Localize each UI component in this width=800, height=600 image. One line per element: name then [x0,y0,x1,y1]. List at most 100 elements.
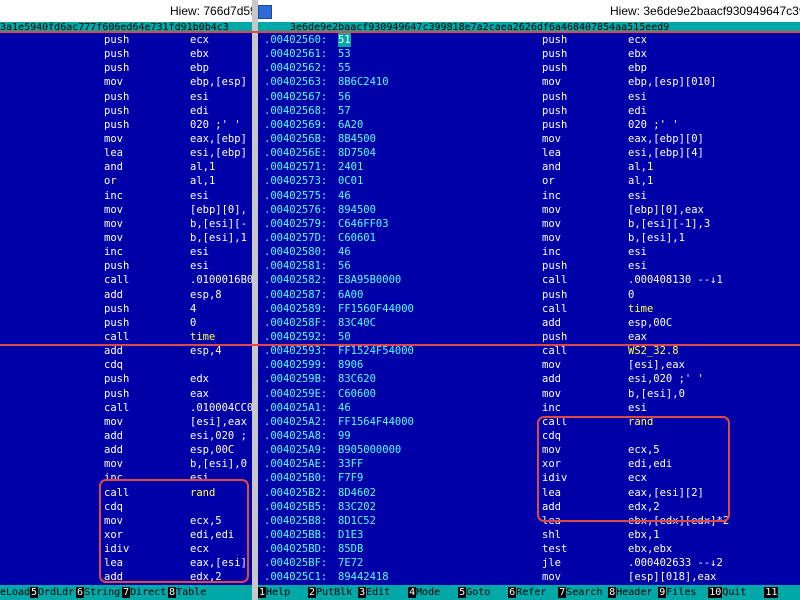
left-disasm-row[interactable]: mov b,[esi][- [0,217,252,231]
right-disasm-row[interactable]: .00402589: FF1560F44000 call time [258,302,800,316]
left-operand: time [190,330,216,343]
left-disasm-row[interactable]: inc esi [0,245,252,259]
right-disasm-row[interactable]: .00402599: 8906 mov [esi],eax [258,358,800,372]
left-disasm-row[interactable]: push ecx [0,33,252,47]
right-disasm-row[interactable]: .00402587: 6A00 push 0 [258,288,800,302]
left-disasm-row[interactable]: push ebp [0,61,252,75]
left-disasm-row[interactable]: or al,1 [0,174,252,188]
right-fkey-help[interactable]: 1Help [258,585,308,600]
right-fkey-search[interactable]: 7Search [558,585,608,600]
right-address: .00402567: [264,90,328,103]
right-disasm-row[interactable]: .00402568: 57 push edi [258,104,800,118]
left-disasm-row[interactable]: lea esi,[ebp] [0,146,252,160]
left-disasm-row[interactable]: mov b,[esi],0 [0,457,252,471]
right-disasm-row[interactable]: .00402592: 50 push eax [258,330,800,344]
right-disasm-row[interactable]: .0040259B: 83C620 add esi,020 ;' ' [258,372,800,386]
left-mnemonic: mov [104,203,123,216]
right-disasm-row[interactable]: .00402571: 2401 and al,1 [258,160,800,174]
fkey-number: 8 [168,587,177,598]
right-fkey-putblk[interactable]: 2PutBlk [308,585,358,600]
right-operand: esi,020 ;' ' [628,373,704,386]
left-disasm-row[interactable]: add esp,00C [0,443,252,457]
left-disasm-row[interactable]: cdq [0,358,252,372]
left-disasm-row[interactable]: push 0 [0,316,252,330]
left-disasm-row[interactable]: call .0100016B0 [0,273,252,287]
right-disasm-row[interactable]: .0040257D: C60601 mov b,[esi],1 [258,231,800,245]
right-operand: ebx,ebx [628,543,673,556]
right-operand: eax,[ebp][0] [628,132,704,145]
right-disasm-row[interactable]: .0040256B: 8B4500 mov eax,[ebp][0] [258,132,800,146]
left-title-bar[interactable]: Hiew: 766d7d59 [0,0,252,22]
right-disasm-row[interactable]: .00402560: 51 push ecx [258,33,800,48]
right-disasm-row[interactable]: .00402562: 55 push ebp [258,61,800,75]
right-disasm-row[interactable]: .004025C1: 89442418 mov [esp][018],eax [258,570,800,584]
right-disasm-row[interactable]: .004025A1: 46 inc esi [258,401,800,415]
left-disasm-row[interactable]: push edx [0,372,252,386]
right-disasm-row[interactable]: .00402563: 8B6C2410 mov ebp,[esp][010] [258,75,800,89]
left-disasm-row[interactable]: mov [esi],eax [0,415,252,429]
left-disasm-row[interactable]: push 020 ;' ' [0,118,252,132]
left-disasm-row[interactable]: push esi [0,90,252,104]
right-disasm-row[interactable]: .00402580: 46 inc esi [258,245,800,259]
left-disasm-row[interactable]: call time [0,330,252,344]
right-mnemonic: push [542,118,568,131]
left-disasm-row[interactable]: push esi [0,259,252,273]
right-disasm-row[interactable]: .00402567: 56 push esi [258,90,800,104]
left-disasm-row[interactable]: push 4 [0,302,252,316]
right-fkey-files[interactable]: 9Files [658,585,708,600]
right-disasm-row[interactable]: .004025BF: 7E72 jle .000402633 --↓2 [258,556,800,570]
left-disasm-row[interactable]: push ebx [0,47,252,61]
right-hex-bytes: B905000000 [338,444,402,457]
left-disasm-row[interactable]: mov b,[esi],1 [0,231,252,245]
left-disasm-row[interactable]: inc esi [0,189,252,203]
right-disasm-row[interactable]: .0040258F: 83C40C add esp,00C [258,316,800,330]
right-hex-bytes: 46 [338,246,351,259]
left-disasm-row[interactable]: mov eax,[ebp] [0,132,252,146]
right-fkey-edit[interactable]: 3Edit [358,585,408,600]
fkey-number: 2 [308,587,317,598]
right-mnemonic: or [542,175,555,188]
right-fkey-f11[interactable]: 11 [764,585,800,600]
right-disasm-row[interactable]: .0040259E: C60600 mov b,[esi],0 [258,387,800,401]
left-fkey-direct[interactable]: 7Direct [122,585,168,600]
left-mnemonic: push [104,90,130,103]
right-disasm-row[interactable]: .00402579: C646FF03 mov b,[esi][-1],3 [258,217,800,231]
right-fkey-mode[interactable]: 4Mode [408,585,458,600]
right-disasm-row[interactable]: .00402573: 0C01 or al,1 [258,174,800,188]
right-operand: ebx,1 [628,528,660,541]
left-fkey-table[interactable]: 8Table [168,585,214,600]
left-disasm-row[interactable]: add esi,020 ; [0,429,252,443]
left-disasm-row[interactable]: mov [ebp][0], [0,203,252,217]
right-disasm-row[interactable]: .00402593: FF1524F54000 call WS2_32.8 [258,344,800,358]
left-fkey-ordldr[interactable]: 5OrdLdr [30,585,76,600]
fkey-label: Refer [516,587,547,598]
right-fkey-goto[interactable]: 5Goto [458,585,508,600]
right-fkey-refer[interactable]: 6Refer [508,585,558,600]
left-disasm-row[interactable]: push eax [0,387,252,401]
right-disasm-row[interactable]: .0040256E: 8D7504 lea esi,[ebp][4] [258,146,800,160]
left-disasm-row[interactable]: call .010004CC0 [0,401,252,415]
right-title-bar[interactable]: Hiew: 3e6de9e2baacf930949647c399818e7a2 [258,0,800,22]
left-fkey-string[interactable]: 6String [76,585,122,600]
right-function-key-bar: 1Help 2PutBlk 3Edit 4Mode 5Goto 6Refer 7Search… [258,585,800,600]
left-disasm-row[interactable]: add esp,8 [0,288,252,302]
right-disasm-row[interactable]: .004025BB: D1E3 shl ebx,1 [258,528,800,542]
right-disasm-row[interactable]: .00402575: 46 inc esi [258,189,800,203]
left-disasm-row[interactable]: push edi [0,104,252,118]
right-disasm-row[interactable]: .00402561: 53 push ebx [258,47,800,61]
right-fkey-header[interactable]: 8Header [608,585,658,600]
right-disasm-row[interactable]: .00402582: E8A95B0000 call .000408130 --↓1 [258,273,800,287]
right-mnemonic: inc [542,401,561,414]
right-fkey-quit[interactable]: 10Quit [708,585,764,600]
annotation-horizontal-line [0,344,800,346]
right-disasm-row[interactable]: .00402581: 56 push esi [258,259,800,273]
right-disasm-row[interactable]: .004025BD: 85DB test ebx,ebx [258,542,800,556]
left-disasm-row[interactable]: mov ebp,[esp] [0,75,252,89]
right-address: .00402571: [264,161,328,174]
left-disasm-row[interactable]: and al,1 [0,160,252,174]
right-hex-bytes: E8A95B0000 [338,274,402,287]
right-disasm-row[interactable]: .00402576: 894500 mov [ebp][0],eax [258,203,800,217]
right-disasm-row[interactable]: .00402569: 6A20 push 020 ;' ' [258,118,800,132]
left-disasm-row[interactable]: add esp,4 [0,344,252,358]
left-fkey-eload[interactable]: eLoad [0,585,30,600]
